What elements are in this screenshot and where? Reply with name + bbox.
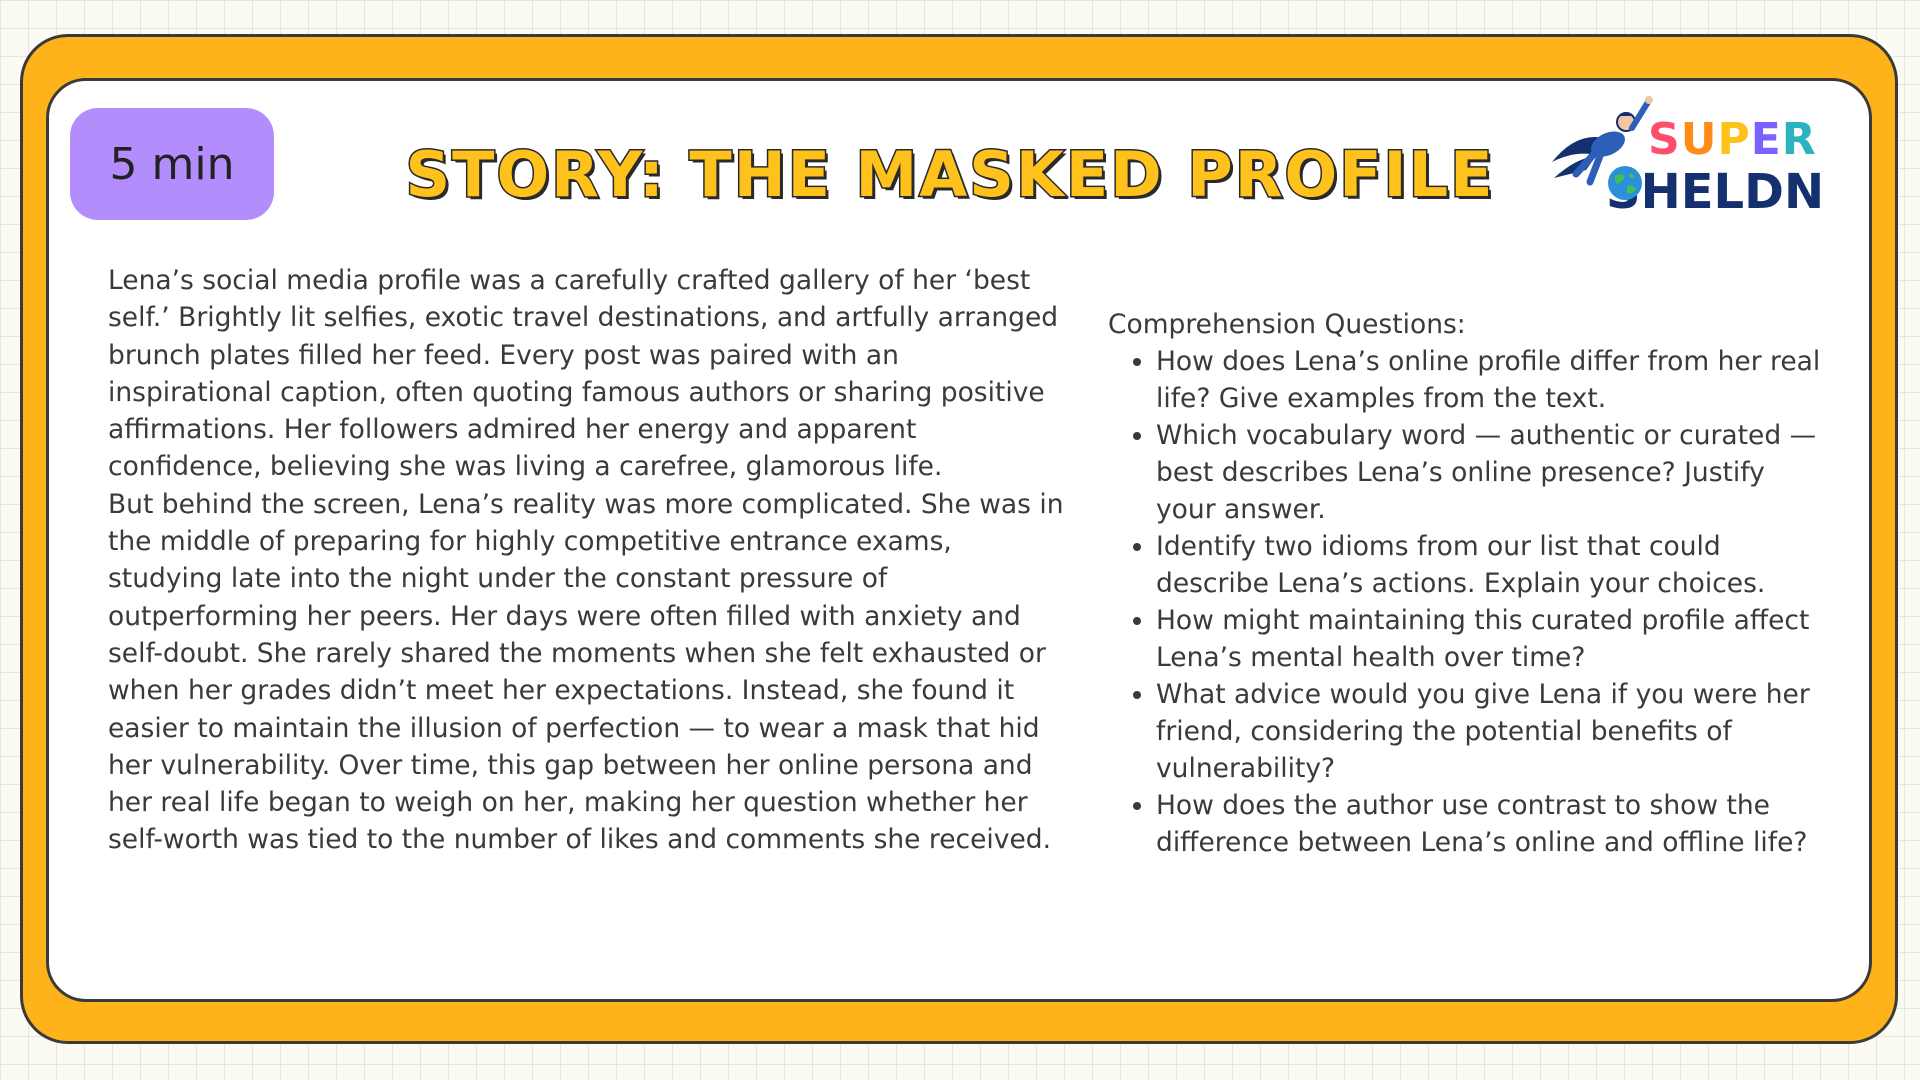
question-item: Identify two idioms from our list that c… [1156,528,1828,602]
logo-sheldon-end: N [1783,164,1825,220]
super-sheldon-logo: SUPER SHELD N [1546,92,1846,222]
time-badge-label: 5 min [109,138,235,190]
globe-icon [1608,166,1642,200]
page-title: STORY: THE MASKED PROFILE [404,137,1495,213]
logo-sheldon-text: SHELD N [1606,164,1824,220]
story-text: Lena’s social media profile was a carefu… [108,262,1068,859]
question-item: What advice would you give Lena if you w… [1156,676,1828,787]
logo-letter: S [1648,114,1681,165]
question-item: How does the author use contrast to show… [1156,787,1828,861]
story-paragraph: But behind the screen, Lena’s reality wa… [108,488,1064,856]
question-item: How might maintaining this curated profi… [1156,602,1828,676]
logo-letter: E [1750,114,1782,165]
logo-super-text: SUPER [1648,114,1817,165]
logo-letter: U [1680,114,1718,165]
story-paragraph: Lena’s social media profile was a carefu… [108,265,1059,483]
questions-list: How does Lena’s online profile differ fr… [1108,343,1828,861]
time-badge: 5 min [70,108,274,220]
question-item: How does Lena’s online profile differ fr… [1156,343,1828,417]
comprehension-questions: Comprehension Questions: How does Lena’s… [1108,306,1828,861]
logo-letter: P [1717,114,1751,165]
question-item: Which vocabulary word — authentic or cur… [1156,417,1828,528]
questions-heading: Comprehension Questions: [1108,309,1466,340]
logo-letter: R [1781,114,1817,165]
